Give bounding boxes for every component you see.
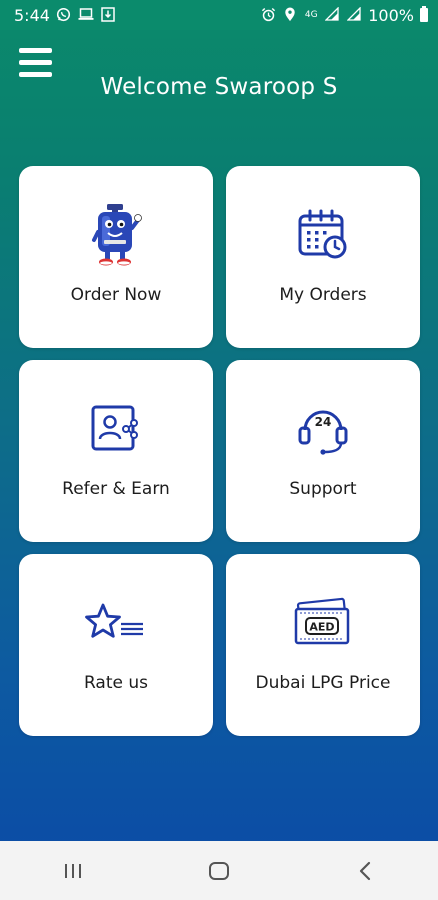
support-hours-text: 24: [315, 415, 332, 429]
dubai-lpg-price-button[interactable]: AED Dubai LPG Price: [226, 554, 420, 736]
page-title: Welcome Swaroop S: [100, 74, 338, 100]
tile-label-my-orders: My Orders: [279, 285, 367, 305]
refer-earn-button[interactable]: Refer & Earn: [19, 360, 213, 542]
location-icon: [282, 7, 298, 23]
tile-label-refer-earn: Refer & Earn: [62, 479, 170, 499]
battery-icon: [420, 6, 428, 22]
status-left: 5:44: [14, 6, 116, 25]
menu-grid: Order Now My Orders Refer & Earn 24 Supp…: [19, 166, 420, 736]
system-nav-bar: [0, 841, 438, 900]
order-now-button[interactable]: Order Now: [19, 166, 213, 348]
download-icon: [100, 7, 116, 23]
support-button[interactable]: 24 Support: [226, 360, 420, 542]
laptop-icon: [78, 7, 94, 23]
aed-banknote-icon: AED: [288, 590, 358, 656]
tile-label-dubai-lpg-price: Dubai LPG Price: [255, 673, 391, 693]
alarm-icon: [260, 7, 276, 23]
my-orders-button[interactable]: My Orders: [226, 166, 420, 348]
whatsapp-icon: [56, 7, 72, 23]
recents-icon[interactable]: [43, 851, 103, 891]
4g-lte-icon: 4G: [304, 10, 318, 20]
signal-icon: [346, 6, 362, 23]
gas-cylinder-mascot-icon: [81, 202, 151, 268]
currency-text: AED: [309, 621, 334, 634]
tile-label-rate-us: Rate us: [83, 673, 148, 693]
calendar-clock-icon: [288, 202, 358, 268]
back-icon[interactable]: [335, 851, 395, 891]
rate-us-button[interactable]: Rate us: [19, 554, 213, 736]
signal-icon: [324, 6, 340, 23]
status-right: 4G 100%: [260, 6, 428, 25]
status-bar: 5:44 4G 100%: [0, 0, 438, 30]
headset-24-icon: 24: [288, 396, 358, 462]
app-screen: 5:44 4G 100% Welcome Swaroop S Order Now…: [0, 0, 438, 900]
home-icon[interactable]: [189, 851, 249, 891]
tile-label-order-now: Order Now: [70, 285, 162, 305]
battery-percent: 100%: [368, 5, 414, 25]
star-rating-icon: [81, 590, 151, 656]
tile-label-support: Support: [289, 479, 357, 499]
user-share-icon: [81, 396, 151, 462]
status-time: 5:44: [14, 5, 50, 25]
